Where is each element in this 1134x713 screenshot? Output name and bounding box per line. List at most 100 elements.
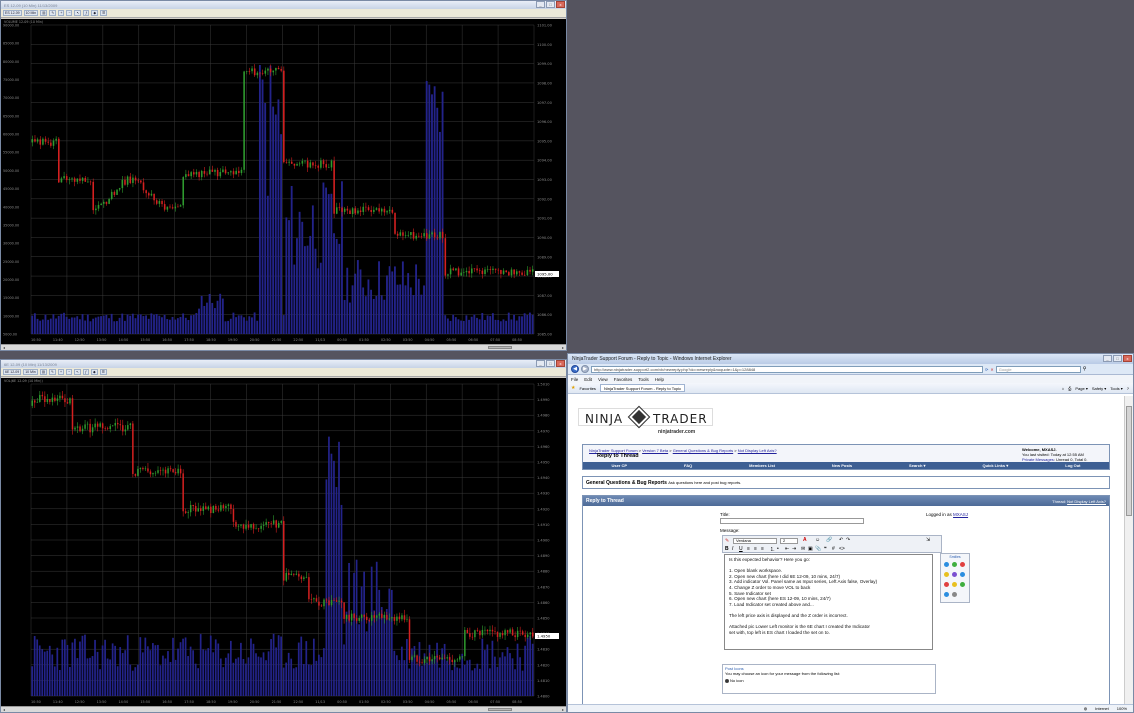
redo-icon[interactable]: ↷ [846, 537, 850, 543]
scroll-left-icon[interactable]: ◂ [1, 707, 7, 712]
minimize-button[interactable]: _ [536, 1, 545, 8]
title-input[interactable] [720, 518, 864, 524]
smiley-icon[interactable] [944, 572, 949, 577]
close-button[interactable]: x [1123, 355, 1132, 362]
close-button[interactable]: x [556, 1, 565, 8]
numbered-list-icon[interactable]: ⒈ [770, 546, 775, 553]
6e-price-chart[interactable]: 1.5010 1.4990 1.4980 1.4970 1.4960 1.4950 1.49… [1, 378, 566, 706]
6e-chart-canvas[interactable]: 1.5010 1.4990 1.4980 1.4970 1.4960 1.4950 1.49… [1, 378, 566, 706]
attachment-icon[interactable]: 📎 [815, 546, 821, 552]
6e-chart-scrollbar[interactable]: ◂ ▸ [1, 706, 566, 712]
nav-user-cp[interactable]: User CP [611, 463, 627, 468]
home-icon[interactable]: ⌂ [1062, 386, 1064, 391]
no-icon-radio[interactable] [725, 678, 729, 683]
bar-type-icon[interactable]: ▥ [40, 10, 48, 16]
smiley-icon[interactable] [944, 592, 949, 597]
scroll-left-icon[interactable]: ◂ [1, 345, 7, 350]
nav-quick-links[interactable]: Quick Links ▾ [982, 463, 1008, 468]
email-link-icon[interactable]: ✉ [801, 546, 805, 552]
undo-icon[interactable]: ↶ [839, 537, 843, 543]
indicators-icon[interactable]: ƒ [83, 10, 90, 16]
size-select[interactable]: 2 [780, 538, 798, 544]
resize-editor-icon[interactable]: ⇲ [926, 537, 930, 543]
forum-title[interactable]: General Questions & Bug Reports [586, 480, 667, 486]
nav-new-posts[interactable]: New Posts [832, 463, 852, 468]
align-right-icon[interactable]: ≡ [761, 546, 764, 552]
smiley-menu-icon[interactable]: ☺ [815, 537, 820, 543]
zoom-in-icon[interactable]: + [57, 369, 65, 375]
zoom-out-icon[interactable]: − [66, 369, 73, 375]
maximize-button[interactable]: □ [546, 360, 555, 367]
indicators-icon[interactable]: ƒ [83, 369, 90, 375]
outdent-icon[interactable]: ⇤ [785, 546, 789, 552]
zoom-out-icon[interactable]: − [66, 10, 73, 16]
command-page[interactable]: Page ▾ [1075, 386, 1087, 391]
italic-icon[interactable]: I [732, 546, 733, 552]
instrument-selector[interactable]: ES 12-09 [3, 10, 22, 16]
interval-selector[interactable]: 10 Min [23, 10, 39, 16]
search-icon[interactable]: ⚲ [1083, 366, 1087, 372]
minimize-button[interactable]: _ [536, 360, 545, 367]
scroll-thumb[interactable] [488, 708, 512, 711]
menu-help[interactable]: Help [655, 377, 664, 382]
back-icon[interactable]: ◀ [571, 365, 579, 373]
align-center-icon[interactable]: ≡ [754, 546, 757, 552]
smiley-icon[interactable] [960, 572, 965, 577]
code-icon[interactable]: # [832, 546, 835, 552]
align-left-icon[interactable]: ≡ [747, 546, 750, 552]
nav-members-list[interactable]: Members List [749, 463, 775, 468]
message-textarea[interactable]: Is this expected behavior? Here you go: … [724, 554, 933, 650]
scroll-thumb[interactable] [488, 346, 512, 349]
ie-browser-window[interactable]: NinjaTrader Support Forum - Reply to Top… [567, 353, 1134, 713]
menu-tools[interactable]: Tools [638, 377, 649, 382]
menu-favorites[interactable]: Favorites [614, 377, 633, 382]
drawing-tool-icon[interactable]: ✎ [49, 369, 56, 375]
menu-view[interactable]: View [598, 377, 608, 382]
cursor-icon[interactable]: ↖ [74, 10, 82, 16]
ninjatrader-logo[interactable]: NINJA TRADER ninjatrader.com [578, 404, 713, 436]
zoom-level[interactable]: 100% [1117, 706, 1127, 711]
command-safety[interactable]: Safety ▾ [1092, 386, 1106, 391]
address-bar[interactable]: http://www.ninjatrader-support2.com/vb/n… [591, 365, 983, 373]
favorites-star-icon[interactable]: ★ [571, 385, 575, 391]
strategies-icon[interactable]: ◆ [91, 10, 99, 16]
zoom-in-icon[interactable]: + [58, 10, 65, 16]
menu-edit[interactable]: Edit [584, 377, 592, 382]
drawing-tool-icon[interactable]: ✎ [49, 10, 57, 16]
favorites-button[interactable]: Favorites [579, 386, 595, 391]
interval-selector[interactable]: 10 Min [23, 369, 38, 375]
menu-file[interactable]: File [571, 377, 578, 382]
6e-chart-titlebar[interactable]: 6E 12-09 (10 Min) 11/13/2009 _ □ x [1, 360, 566, 368]
tab-ninjatrader-forum[interactable]: NinjaTrader Support Forum - Reply to Top… [599, 384, 686, 392]
indent-icon[interactable]: ⇥ [792, 546, 796, 552]
font-select[interactable]: Verdana [733, 538, 777, 544]
smiley-icon[interactable] [944, 562, 949, 567]
bold-icon[interactable]: B [725, 546, 729, 552]
quote-icon[interactable]: ❝ [824, 546, 827, 552]
nav-search[interactable]: Search ▾ [909, 463, 925, 468]
maximize-button[interactable]: □ [546, 1, 555, 8]
command-tools[interactable]: Tools ▾ [1110, 386, 1122, 391]
smiley-icon[interactable] [952, 562, 957, 567]
ie-titlebar[interactable]: NinjaTrader Support Forum - Reply to Top… [568, 354, 1133, 364]
maximize-button[interactable]: □ [1113, 355, 1122, 362]
smiley-icon[interactable] [952, 572, 957, 577]
smiley-icon[interactable] [952, 582, 957, 587]
scroll-thumb[interactable] [1126, 406, 1132, 516]
instrument-selector[interactable]: 6E 12-09 [3, 369, 22, 375]
es-chart-window[interactable]: ES 12-09 (10 Min) 11/13/2009 _ □ x ES 12… [0, 0, 567, 351]
6e-chart-window[interactable]: 6E 12-09 (10 Min) 11/13/2009 _ □ x 6E 12… [0, 359, 567, 713]
es-chart-canvas[interactable]: 1101.00 1100.00 1099.00 1098.00 1097.00 1096.… [1, 19, 566, 344]
es-price-chart[interactable]: 1101.00 1100.00 1099.00 1098.00 1097.00 1096.… [1, 19, 566, 344]
search-input[interactable]: Google [995, 365, 1081, 373]
print-icon[interactable]: ⎙ [1068, 386, 1071, 391]
forward-icon[interactable]: ▶ [581, 365, 589, 373]
nav-faq[interactable]: FAQ [684, 463, 692, 468]
cursor-icon[interactable]: ↖ [74, 369, 82, 375]
smiley-icon[interactable] [960, 562, 965, 567]
minimize-button[interactable]: _ [1103, 355, 1112, 362]
es-chart-titlebar[interactable]: ES 12-09 (10 Min) 11/13/2009 _ □ x [1, 1, 566, 9]
bar-type-icon[interactable]: ▥ [39, 369, 48, 375]
stop-icon[interactable]: ✕ [990, 367, 993, 372]
font-color-icon[interactable]: A [803, 537, 807, 543]
